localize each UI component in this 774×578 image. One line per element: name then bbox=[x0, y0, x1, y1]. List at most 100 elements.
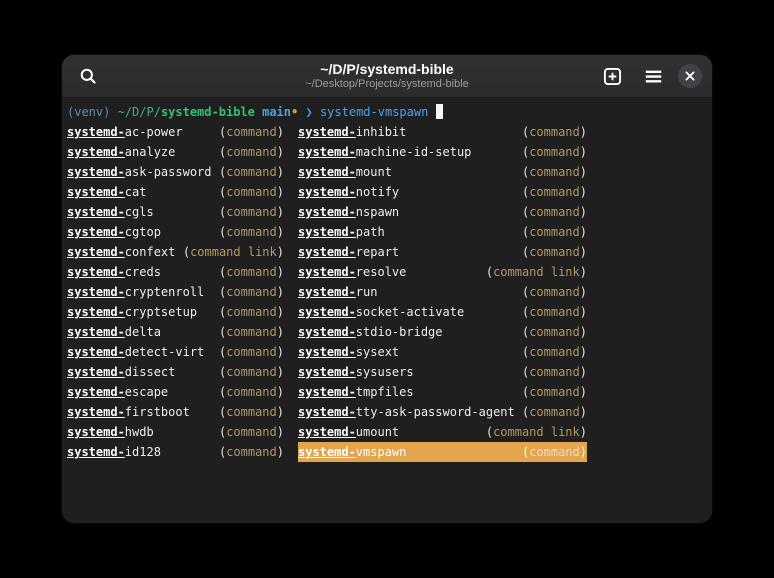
completion-item-systemd-resolve[interactable]: systemd-resolve(command link) bbox=[298, 262, 587, 282]
completion-annotation: (command link) bbox=[183, 242, 284, 262]
completion-suffix: notify bbox=[356, 185, 399, 199]
prompt-chevron: ❯ bbox=[305, 105, 312, 119]
completion-item-systemd-run[interactable]: systemd-run(command) bbox=[298, 282, 587, 302]
completion-matched-prefix: systemd- bbox=[67, 265, 125, 279]
completion-item-systemd-machine-id-setup[interactable]: systemd-machine-id-setup(command) bbox=[298, 142, 587, 162]
completion-matched-prefix: systemd- bbox=[67, 125, 125, 139]
completion-name: systemd-path bbox=[298, 222, 385, 242]
completion-suffix: umount bbox=[356, 425, 399, 439]
completion-item-systemd-repart[interactable]: systemd-repart(command) bbox=[298, 242, 587, 262]
completion-matched-prefix: systemd- bbox=[67, 425, 125, 439]
completion-item-systemd-cgtop[interactable]: systemd-cgtop(command) bbox=[67, 222, 284, 242]
completion-suffix: ask-password bbox=[125, 165, 212, 179]
completion-item-systemd-confext[interactable]: systemd-confext(command link) bbox=[67, 242, 284, 262]
completion-item-systemd-cryptsetup[interactable]: systemd-cryptsetup(command) bbox=[67, 302, 284, 322]
git-branch-label: main bbox=[262, 105, 291, 119]
completion-item-systemd-cat[interactable]: systemd-cat(command) bbox=[67, 182, 284, 202]
completion-suffix: sysusers bbox=[356, 365, 414, 379]
completion-annotation: (command link) bbox=[486, 422, 587, 442]
completion-name: systemd-socket-activate bbox=[298, 302, 464, 322]
venv-indicator: (venv) bbox=[67, 105, 110, 119]
new-tab-icon bbox=[603, 67, 622, 86]
completion-suffix: run bbox=[356, 285, 378, 299]
search-button[interactable] bbox=[72, 60, 104, 92]
completion-name: systemd-repart bbox=[298, 242, 399, 262]
completion-item-systemd-umount[interactable]: systemd-umount (command link) bbox=[298, 422, 587, 442]
completion-item-systemd-inhibit[interactable]: systemd-inhibit(command) bbox=[298, 122, 587, 142]
completion-item-systemd-sysext[interactable]: systemd-sysext(command) bbox=[298, 342, 587, 362]
completion-annotation: (command link) bbox=[486, 262, 587, 282]
completion-item-systemd-vmspawn[interactable]: systemd-vmspawn(command) bbox=[298, 442, 587, 462]
completion-matched-prefix: systemd- bbox=[67, 325, 125, 339]
completion-name: systemd-id128 bbox=[67, 442, 161, 462]
new-tab-button[interactable] bbox=[596, 60, 628, 92]
completion-item-systemd-mount[interactable]: systemd-mount(command) bbox=[298, 162, 587, 182]
terminal-window: ~/D/P/systemd-bible ~/Desktop/Projects/s… bbox=[62, 55, 712, 523]
completion-name: systemd-notify bbox=[298, 182, 399, 202]
completion-matched-prefix: systemd- bbox=[298, 425, 356, 439]
completion-item-systemd-escape[interactable]: systemd-escape(command) bbox=[67, 382, 284, 402]
completion-suffix: firstboot bbox=[125, 405, 190, 419]
completion-matched-prefix: systemd- bbox=[298, 145, 356, 159]
completion-item-systemd-tmpfiles[interactable]: systemd-tmpfiles(command) bbox=[298, 382, 587, 402]
completion-item-systemd-firstboot[interactable]: systemd-firstboot (command) bbox=[67, 402, 284, 422]
window-title-block: ~/D/P/systemd-bible ~/Desktop/Projects/s… bbox=[207, 61, 567, 91]
completion-matched-prefix: systemd- bbox=[67, 405, 125, 419]
completion-name: systemd-cgtop bbox=[67, 222, 161, 242]
window-title: ~/D/P/systemd-bible bbox=[207, 61, 567, 77]
completion-suffix: repart bbox=[356, 245, 399, 259]
completion-item-systemd-hwdb[interactable]: systemd-hwdb(command) bbox=[67, 422, 284, 442]
completion-annotation: (command) bbox=[522, 182, 587, 202]
completion-suffix: cgtop bbox=[125, 225, 161, 239]
completion-item-systemd-dissect[interactable]: systemd-dissect(command) bbox=[67, 362, 284, 382]
completion-name: systemd-creds bbox=[67, 262, 161, 282]
completion-item-systemd-ask-password[interactable]: systemd-ask-password(command) bbox=[67, 162, 284, 182]
completion-item-systemd-detect-virt[interactable]: systemd-detect-virt(command) bbox=[67, 342, 284, 362]
completion-item-systemd-ac-power[interactable]: systemd-ac-power(command) bbox=[67, 122, 284, 142]
completion-matched-prefix: systemd- bbox=[298, 325, 356, 339]
completion-item-systemd-delta[interactable]: systemd-delta (command) bbox=[67, 322, 284, 342]
prompt-path-name: systemd-bible bbox=[161, 105, 255, 119]
completion-item-systemd-sysusers[interactable]: systemd-sysusers(command) bbox=[298, 362, 587, 382]
completion-name: systemd-umount bbox=[298, 422, 399, 442]
completion-item-systemd-notify[interactable]: systemd-notify (command) bbox=[298, 182, 587, 202]
completion-matched-prefix: systemd- bbox=[67, 145, 125, 159]
completion-item-systemd-cgls[interactable]: systemd-cgls(command) bbox=[67, 202, 284, 222]
completion-item-systemd-path[interactable]: systemd-path(command) bbox=[298, 222, 587, 242]
completion-matched-prefix: systemd- bbox=[67, 185, 125, 199]
completion-item-systemd-nspawn[interactable]: systemd-nspawn(command) bbox=[298, 202, 587, 222]
completion-item-systemd-socket-activate[interactable]: systemd-socket-activate(command) bbox=[298, 302, 587, 322]
close-button[interactable] bbox=[678, 64, 702, 88]
completion-item-systemd-id128[interactable]: systemd-id128(command) bbox=[67, 442, 284, 462]
completion-name: systemd-tty-ask-password-agent bbox=[298, 402, 515, 422]
completion-annotation: (command) bbox=[522, 362, 587, 382]
desktop-background: ~/D/P/systemd-bible ~/Desktop/Projects/s… bbox=[0, 0, 774, 578]
completion-suffix: vmspawn bbox=[356, 445, 407, 459]
typed-command: systemd-vmspawn bbox=[320, 105, 428, 119]
completion-item-systemd-stdio-bridge[interactable]: systemd-stdio-bridge(command) bbox=[298, 322, 587, 342]
completion-annotation: (command) bbox=[219, 322, 284, 342]
completion-name: systemd-run bbox=[298, 282, 377, 302]
terminal-content[interactable]: (venv) ~/D/P/systemd-bible main• ❯ syste… bbox=[62, 98, 712, 522]
menu-icon bbox=[644, 67, 663, 86]
completion-matched-prefix: systemd- bbox=[298, 165, 356, 179]
completion-name: systemd-nspawn bbox=[298, 202, 399, 222]
completion-name: systemd-sysext bbox=[298, 342, 399, 362]
completion-name: systemd-escape bbox=[67, 382, 168, 402]
completion-annotation: (command) bbox=[522, 322, 587, 342]
completion-suffix: path bbox=[356, 225, 385, 239]
completion-item-systemd-cryptenroll[interactable]: systemd-cryptenroll(command) bbox=[67, 282, 284, 302]
completion-item-systemd-tty-ask-password-agent[interactable]: systemd-tty-ask-password-agent(command) bbox=[298, 402, 587, 422]
completion-name: systemd-delta bbox=[67, 322, 161, 342]
completion-annotation: (command) bbox=[219, 342, 284, 362]
completion-annotation: (command) bbox=[219, 302, 284, 322]
menu-button[interactable] bbox=[637, 60, 669, 92]
completion-suffix: escape bbox=[125, 385, 168, 399]
completion-annotation: (command) bbox=[219, 402, 284, 422]
completion-annotation: (command) bbox=[219, 362, 284, 382]
completion-matched-prefix: systemd- bbox=[67, 365, 125, 379]
completion-item-systemd-creds[interactable]: systemd-creds(command) bbox=[67, 262, 284, 282]
completion-name: systemd-hwdb bbox=[67, 422, 154, 442]
completion-name: systemd-ac-power bbox=[67, 122, 183, 142]
completion-item-systemd-analyze[interactable]: systemd-analyze(command) bbox=[67, 142, 284, 162]
